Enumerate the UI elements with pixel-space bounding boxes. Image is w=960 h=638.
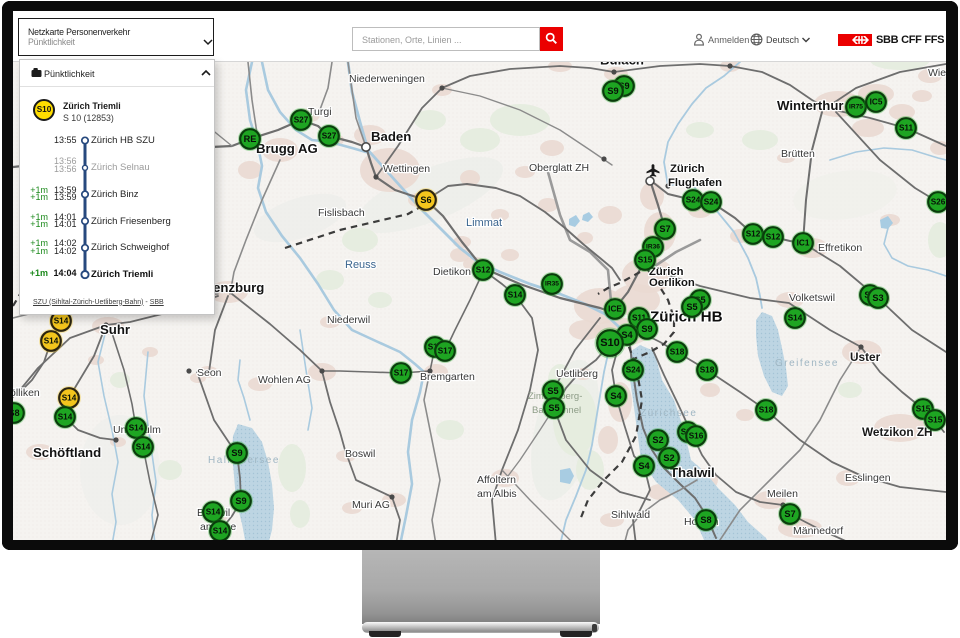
svg-text:Baden: Baden	[371, 129, 411, 144]
svg-text:S24: S24	[686, 196, 701, 205]
svg-text:S2: S2	[652, 435, 663, 445]
svg-text:S14: S14	[206, 508, 221, 517]
svg-text:Muri AG: Muri AG	[352, 499, 390, 511]
svg-text:S9: S9	[607, 86, 618, 96]
svg-text:S3: S3	[872, 293, 883, 303]
svg-text:S15: S15	[928, 416, 943, 425]
svg-text:S5: S5	[686, 302, 697, 312]
svg-text:S9: S9	[235, 496, 246, 506]
svg-text:S18: S18	[759, 406, 774, 415]
svg-text:S18: S18	[670, 348, 685, 357]
svg-text:ICE: ICE	[608, 305, 622, 314]
svg-text:Reuss: Reuss	[345, 259, 377, 271]
svg-text:S16: S16	[689, 432, 704, 441]
svg-text:Seon: Seon	[197, 367, 222, 379]
svg-text:RE: RE	[244, 134, 257, 144]
svg-text:Oberglatt ZH: Oberglatt ZH	[529, 162, 589, 174]
svg-text:Niederweningen: Niederweningen	[349, 73, 425, 85]
svg-text:Limmat: Limmat	[466, 217, 502, 229]
svg-text:S14: S14	[54, 317, 69, 326]
svg-text:S10: S10	[600, 337, 620, 349]
svg-text:S27: S27	[322, 132, 337, 141]
svg-text:Suhr: Suhr	[100, 322, 130, 337]
svg-text:Zürichsee: Zürichsee	[640, 408, 697, 419]
svg-text:Fislisbach: Fislisbach	[318, 207, 365, 219]
svg-text:S17: S17	[438, 347, 453, 356]
svg-text:S14: S14	[44, 337, 59, 346]
svg-text:S9: S9	[231, 448, 242, 458]
svg-text:Bremgarten: Bremgarten	[420, 371, 475, 383]
svg-text:S14: S14	[58, 413, 73, 422]
svg-text:Greifensee: Greifensee	[775, 358, 839, 369]
svg-text:Bülach: Bülach	[600, 62, 644, 68]
svg-text:Wies: Wies	[928, 67, 946, 79]
svg-text:Wetzikon ZH: Wetzikon ZH	[862, 425, 933, 439]
svg-text:Meilen: Meilen	[767, 488, 798, 500]
svg-text:Wettingen: Wettingen	[383, 163, 430, 175]
svg-text:S26: S26	[931, 198, 946, 207]
svg-text:S17: S17	[394, 369, 409, 378]
svg-text:Brütten: Brütten	[781, 148, 815, 160]
svg-text:Schöftland: Schöftland	[33, 445, 101, 460]
svg-text:Effretikon: Effretikon	[818, 242, 862, 254]
svg-text:S5: S5	[548, 403, 559, 413]
svg-text:S5: S5	[547, 386, 558, 396]
svg-text:S18: S18	[700, 366, 715, 375]
svg-text:IC1: IC1	[797, 239, 810, 248]
svg-text:S12: S12	[766, 233, 781, 242]
svg-text:S4: S4	[610, 391, 622, 401]
svg-text:S14: S14	[788, 314, 803, 323]
svg-text:Flughafen: Flughafen	[668, 177, 722, 189]
svg-text:S7: S7	[659, 224, 670, 234]
svg-text:Affoltern: Affoltern	[477, 474, 516, 486]
svg-text:Oerlikon: Oerlikon	[649, 277, 695, 289]
svg-text:IR75: IR75	[849, 104, 863, 111]
svg-text:Wohlen AG: Wohlen AG	[258, 374, 311, 386]
svg-text:S6: S6	[420, 195, 431, 205]
svg-text:S24: S24	[704, 198, 719, 207]
svg-text:am Albis: am Albis	[477, 488, 517, 500]
svg-text:Niederwil: Niederwil	[327, 314, 370, 326]
svg-text:S8: S8	[13, 408, 20, 418]
svg-text:Brugg AG: Brugg AG	[256, 141, 318, 156]
svg-text:Esslingen: Esslingen	[845, 472, 891, 484]
svg-text:S12: S12	[746, 230, 761, 239]
svg-text:S14: S14	[213, 527, 228, 536]
svg-text:S15: S15	[638, 256, 653, 265]
svg-text:Thalwil: Thalwil	[670, 465, 715, 480]
svg-text:S4: S4	[638, 461, 650, 471]
svg-text:IR35: IR35	[545, 281, 559, 288]
svg-text:S14: S14	[136, 443, 151, 452]
svg-text:IC5: IC5	[870, 98, 883, 107]
svg-text:Uetliberg: Uetliberg	[556, 368, 598, 380]
svg-text:S11: S11	[899, 124, 914, 133]
svg-text:S14: S14	[62, 394, 77, 403]
svg-text:S27: S27	[294, 116, 309, 125]
svg-text:Winterthur: Winterthur	[777, 98, 844, 113]
svg-text:S9: S9	[641, 324, 652, 334]
svg-text:S24: S24	[626, 366, 641, 375]
svg-text:Kölliken: Kölliken	[13, 387, 40, 399]
svg-text:Volketswil: Volketswil	[789, 292, 835, 304]
svg-text:Uster: Uster	[850, 350, 881, 364]
svg-text:Zürich: Zürich	[670, 163, 705, 175]
svg-text:Männedorf: Männedorf	[793, 525, 843, 537]
svg-text:S7: S7	[784, 509, 795, 519]
svg-text:Sihlwald: Sihlwald	[611, 509, 650, 521]
svg-text:S14: S14	[508, 291, 523, 300]
svg-text:S12: S12	[476, 266, 491, 275]
svg-text:S14: S14	[129, 424, 144, 433]
svg-text:Boswil: Boswil	[345, 448, 375, 460]
svg-text:S2: S2	[663, 453, 674, 463]
svg-text:S8: S8	[700, 515, 711, 525]
svg-text:Dietikon: Dietikon	[433, 266, 471, 278]
